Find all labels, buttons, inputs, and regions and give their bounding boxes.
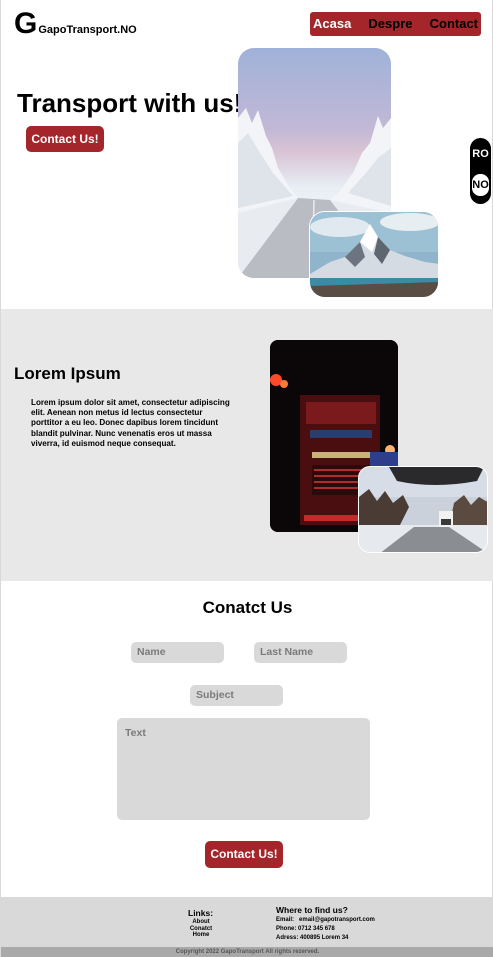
contact-submit-button[interactable]: Contact Us! — [205, 841, 283, 868]
footer — [1, 897, 493, 947]
mirror-road-image — [358, 466, 488, 553]
nav-item-despre[interactable]: Despre — [368, 12, 412, 36]
subject-field[interactable]: Subject — [190, 685, 283, 706]
footer-link-about[interactable]: About — [181, 919, 221, 925]
about-text: Lorem ipsum dolor sit amet, consectetur … — [31, 398, 230, 448]
footer-email: Email: email@gapotransport.com — [276, 917, 375, 923]
message-textarea[interactable]: Text — [117, 718, 370, 820]
mountain-image — [309, 211, 439, 298]
copyright: Copyright 2022 GapoTransport All rights … — [1, 947, 493, 957]
main-nav: Acasa Despre Contact — [310, 12, 481, 36]
site-logo[interactable]: G GapoTransport.NO — [14, 9, 137, 39]
footer-link-home[interactable]: Home — [181, 932, 221, 938]
footer-phone: Phone: 0712 345 678 — [276, 926, 335, 932]
contact-title: Conatct Us — [202, 598, 293, 617]
name-field[interactable]: Name — [131, 642, 224, 663]
lang-option-ro[interactable]: RO — [470, 148, 491, 160]
footer-address: Adress: 400895 Lorem 34 — [276, 935, 349, 941]
language-switch[interactable]: RO NO — [470, 138, 491, 204]
lang-option-no[interactable]: NO — [472, 174, 489, 196]
nav-item-acasa[interactable]: Acasa — [313, 12, 351, 36]
last-name-field[interactable]: Last Name — [254, 642, 347, 663]
footer-email-label: Email: — [276, 917, 295, 923]
footer-email-value[interactable]: email@gapotransport.com — [299, 917, 375, 923]
logo-name: GapoTransport.NO — [38, 24, 137, 36]
footer-links-title: Links: — [188, 908, 214, 918]
footer-where-title: Where to find us? — [276, 905, 348, 915]
logo-letter: G — [14, 7, 38, 40]
hero-contact-button[interactable]: Contact Us! — [26, 126, 104, 152]
about-title: Lorem Ipsum — [14, 364, 121, 383]
hero-title: Transport with us! — [17, 88, 243, 118]
nav-item-contact[interactable]: Contact — [430, 12, 478, 36]
